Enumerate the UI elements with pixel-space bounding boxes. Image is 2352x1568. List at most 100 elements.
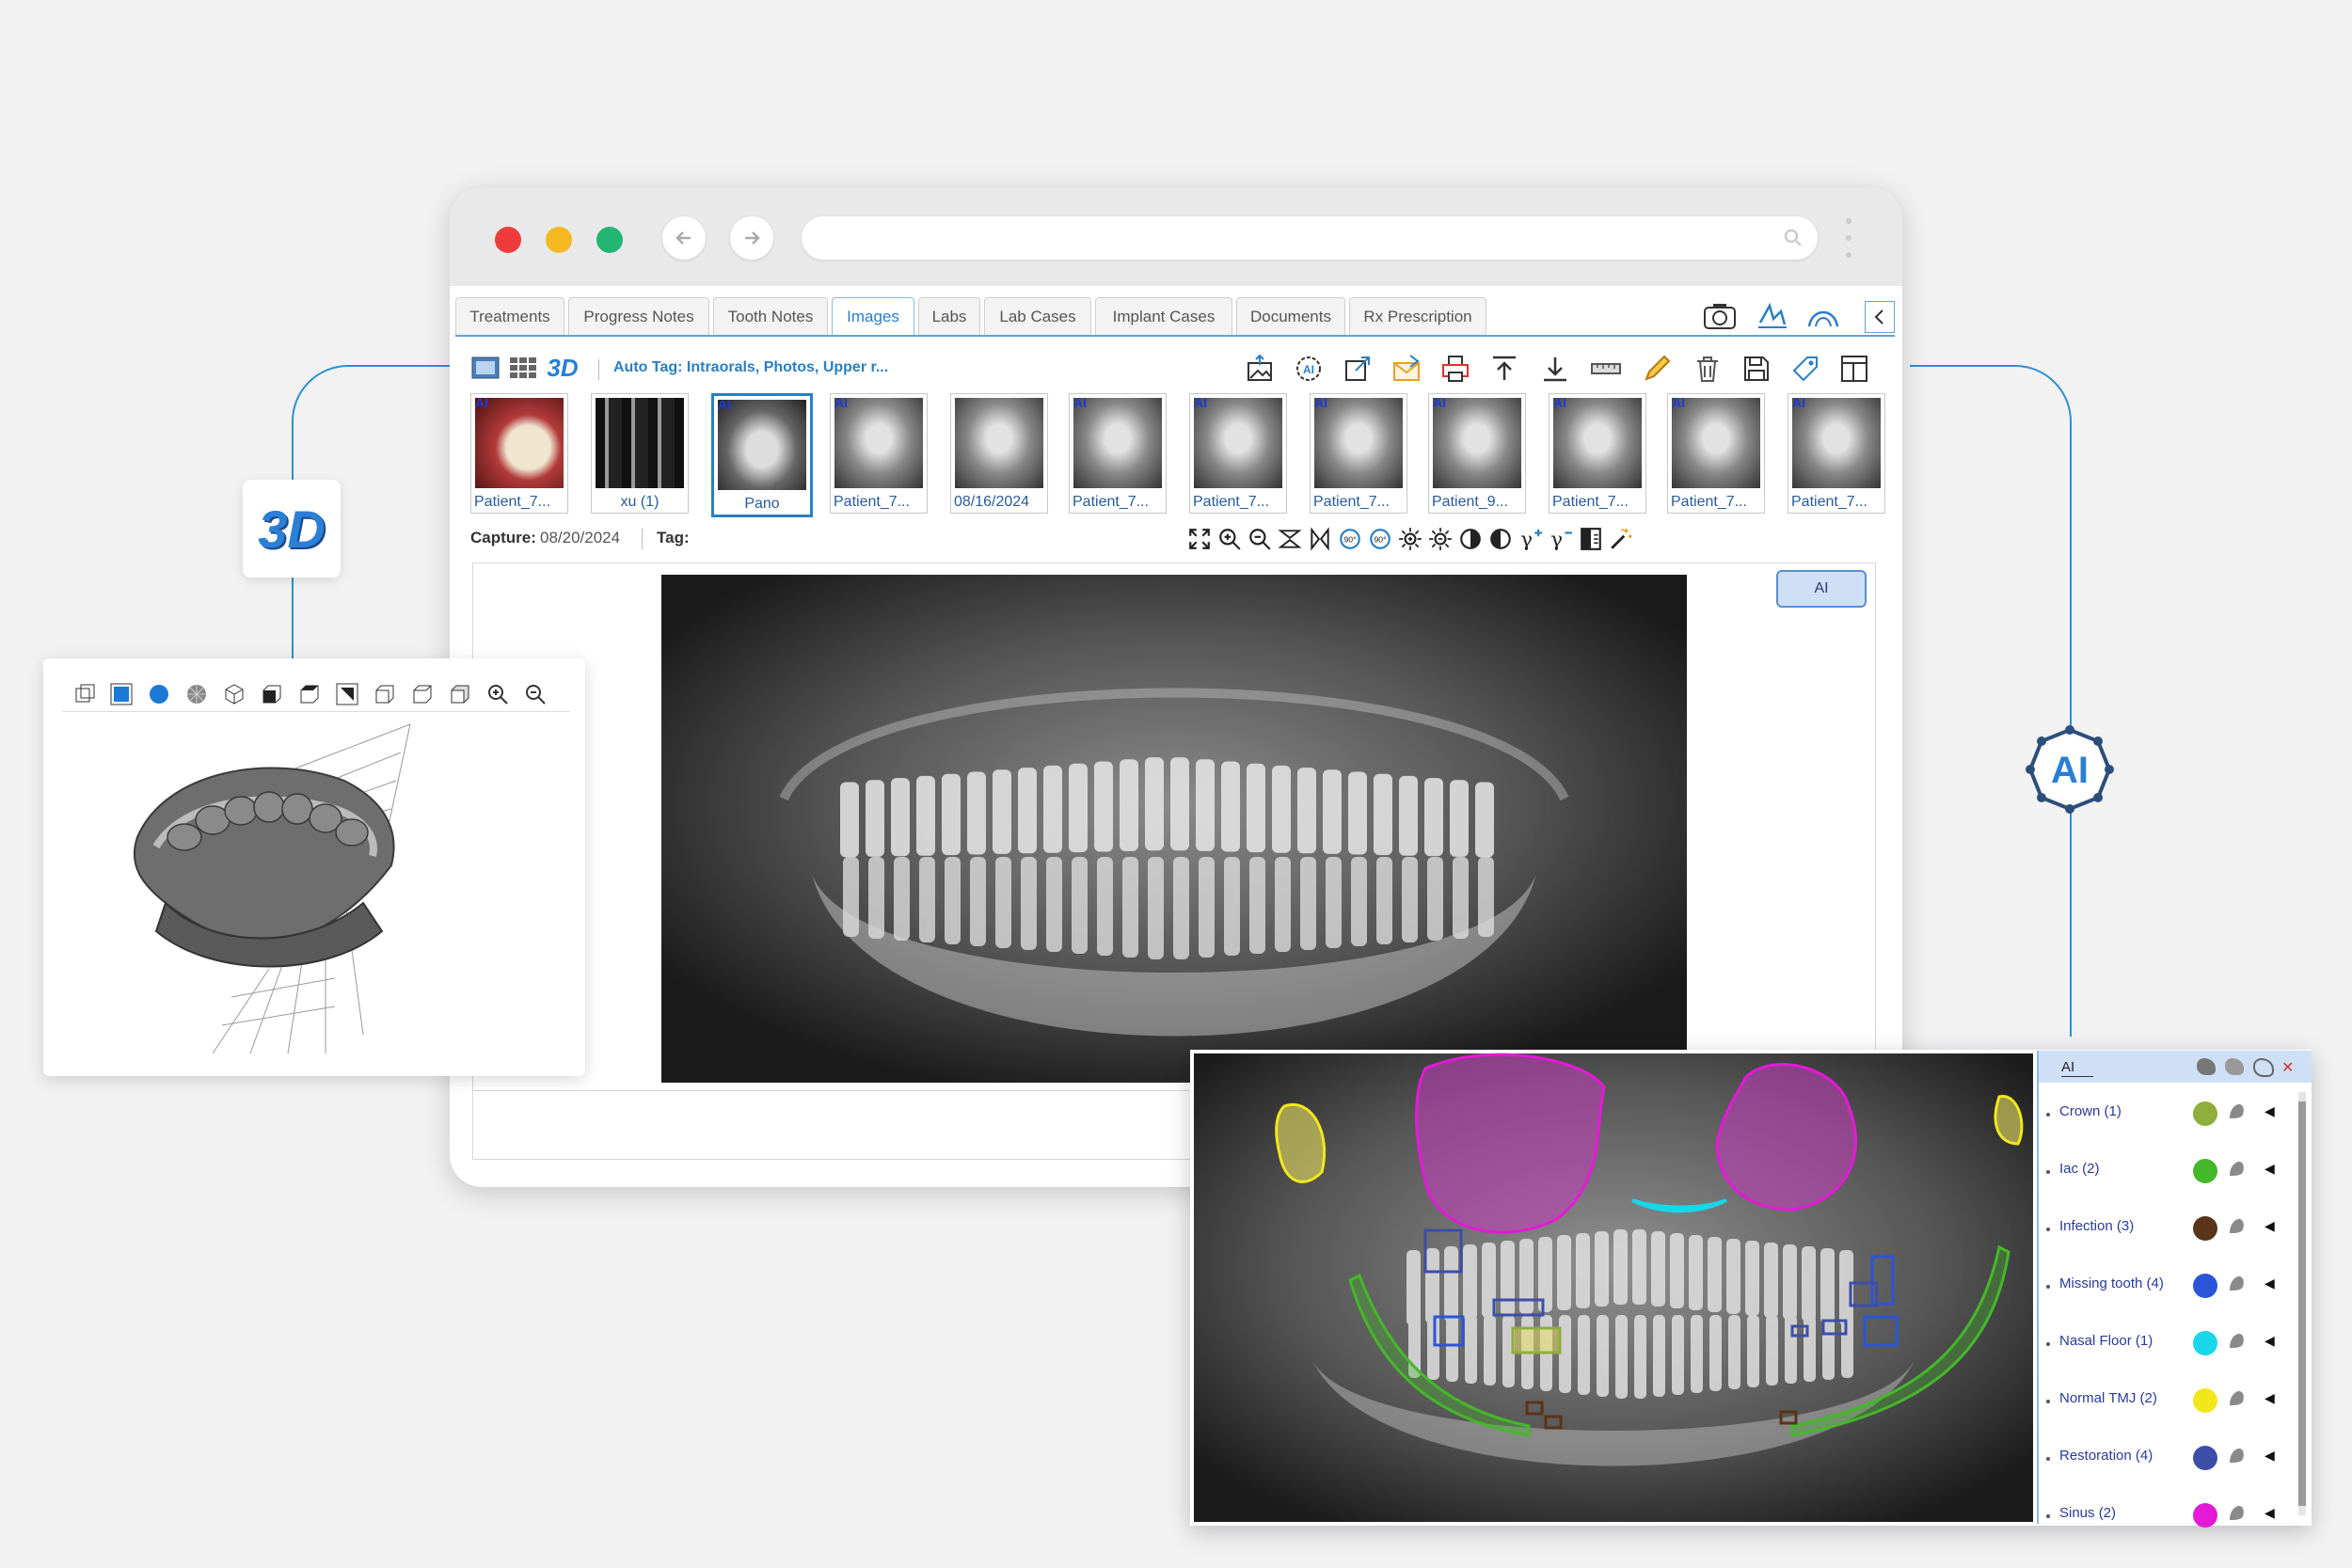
thumbnail-item[interactable]: AI Patient_7... — [1667, 393, 1765, 514]
finding-row[interactable]: Restoration (4) ◀ — [2039, 1433, 2283, 1487]
layout-icon[interactable] — [1836, 352, 1872, 386]
thumbnail-item[interactable]: AI Patient_7... — [1549, 393, 1646, 514]
ruler-icon[interactable] — [1588, 352, 1624, 386]
view-side-icon[interactable] — [333, 681, 361, 707]
expand-arrow-icon[interactable]: ◀ — [2265, 1103, 2275, 1119]
thumbnail-item[interactable]: AI Pano — [711, 393, 813, 517]
finding-color-swatch[interactable] — [2193, 1101, 2217, 1126]
forward-button[interactable] — [730, 216, 773, 260]
tab-implant-cases[interactable]: Implant Cases — [1095, 297, 1232, 336]
brightness-down-icon[interactable] — [1426, 525, 1454, 553]
image-viewer[interactable] — [472, 562, 1876, 1091]
tab-tooth-notes[interactable]: Tooth Notes — [713, 297, 828, 336]
maximize-window-button[interactable] — [596, 227, 623, 253]
finding-color-swatch[interactable] — [2193, 1274, 2217, 1298]
tag-icon[interactable] — [1788, 352, 1823, 386]
invert-icon[interactable] — [1577, 525, 1605, 553]
zoom-out-icon[interactable] — [1246, 525, 1274, 553]
tooth-icon[interactable] — [1804, 299, 1842, 333]
email-icon[interactable] — [1389, 352, 1424, 386]
zoom-in-icon[interactable] — [1216, 525, 1244, 553]
camera-icon[interactable] — [1701, 299, 1739, 333]
browser-menu-icon[interactable] — [1844, 214, 1853, 263]
tab-documents[interactable]: Documents — [1236, 297, 1345, 336]
finding-row[interactable]: Infection (3) ◀ — [2039, 1203, 2283, 1258]
gamma-down-icon[interactable]: γ — [1547, 525, 1575, 553]
visibility-toggle-icon[interactable] — [2226, 1446, 2247, 1466]
single-view-icon[interactable] — [470, 354, 501, 382]
close-window-button[interactable] — [495, 227, 521, 253]
finding-color-swatch[interactable] — [2193, 1446, 2217, 1470]
thumbnail-item[interactable]: AI Patient_7... — [1310, 393, 1407, 514]
view-left-icon[interactable] — [371, 681, 399, 707]
upload-icon[interactable] — [1486, 352, 1522, 386]
toggle-outline-icon[interactable] — [2253, 1058, 2274, 1077]
grid-view-icon[interactable] — [508, 354, 538, 382]
ai-gear-icon[interactable]: AI — [1291, 352, 1327, 386]
thumbnail-item[interactable]: 08/16/2024 — [950, 393, 1048, 514]
visibility-toggle-icon[interactable] — [2226, 1101, 2247, 1122]
finding-color-swatch[interactable] — [2193, 1159, 2217, 1183]
pencil-icon[interactable] — [1639, 352, 1675, 386]
rotate-left-icon[interactable]: 90° — [1336, 525, 1364, 553]
visibility-toggle-icon[interactable] — [2226, 1503, 2247, 1524]
wireframe-icon[interactable] — [72, 681, 100, 707]
image-import-icon[interactable] — [1242, 352, 1278, 386]
zoom-out-3d-icon[interactable] — [521, 681, 549, 707]
auto-tag-label[interactable]: Auto Tag: Intraorals, Photos, Upper r... — [613, 359, 888, 376]
solid-view-icon[interactable] — [107, 681, 135, 707]
trash-icon[interactable] — [1690, 352, 1725, 386]
cube-icon[interactable] — [220, 681, 248, 707]
contrast-down-icon[interactable] — [1486, 525, 1515, 553]
3d-dental-model[interactable] — [100, 715, 532, 1063]
thumbnail-item[interactable]: AI Patient_7... — [470, 393, 568, 514]
signature-icon[interactable] — [1754, 299, 1791, 333]
finding-color-swatch[interactable] — [2193, 1388, 2217, 1413]
tab-labs[interactable]: Labs — [918, 297, 980, 336]
contrast-up-icon[interactable] — [1456, 525, 1485, 553]
tab-lab-cases[interactable]: Lab Cases — [984, 297, 1091, 336]
magic-wand-icon[interactable] — [1607, 525, 1635, 553]
brightness-up-icon[interactable] — [1396, 525, 1424, 553]
finding-row[interactable]: Normal TMJ (2) ◀ — [2039, 1375, 2283, 1430]
download-icon[interactable] — [1537, 352, 1573, 386]
eye-hidden-icon[interactable]: ✕ — [2281, 1058, 2294, 1077]
thumbnail-item[interactable]: AI Patient_7... — [1788, 393, 1885, 514]
sphere-icon[interactable] — [145, 681, 173, 707]
expand-arrow-icon[interactable]: ◀ — [2265, 1218, 2275, 1234]
flip-vertical-icon[interactable] — [1276, 525, 1304, 553]
expand-arrow-icon[interactable]: ◀ — [2265, 1161, 2275, 1177]
save-icon[interactable] — [1739, 352, 1774, 386]
fullscreen-icon[interactable] — [1185, 525, 1214, 553]
tab-treatments[interactable]: Treatments — [455, 297, 564, 336]
view-3d-button[interactable]: 3D — [544, 352, 581, 384]
address-bar[interactable] — [802, 216, 1818, 260]
print-icon[interactable] — [1438, 352, 1473, 386]
view-right-icon[interactable] — [408, 681, 437, 707]
flip-horizontal-icon[interactable] — [1306, 525, 1334, 553]
finding-row[interactable]: Crown (1) ◀ — [2039, 1088, 2283, 1143]
thumbnail-item[interactable]: AI Patient_9... — [1428, 393, 1526, 514]
expand-arrow-icon[interactable]: ◀ — [2265, 1275, 2275, 1291]
tab-progress-notes[interactable]: Progress Notes — [568, 297, 709, 336]
thumbnail-item[interactable]: AI Patient_7... — [1069, 393, 1167, 514]
tab-images[interactable]: Images — [832, 297, 914, 336]
thumbnail-item[interactable]: xu (1) — [591, 393, 689, 514]
mesh-sphere-icon[interactable] — [183, 681, 211, 707]
visibility-toggle-icon[interactable] — [2226, 1159, 2247, 1180]
finding-color-swatch[interactable] — [2193, 1216, 2217, 1241]
toggle-fill-icon[interactable] — [2225, 1058, 2244, 1075]
gamma-up-icon[interactable]: γ — [1517, 525, 1545, 553]
expand-arrow-icon[interactable]: ◀ — [2265, 1448, 2275, 1464]
view-back-icon[interactable] — [446, 681, 474, 707]
zoom-in-3d-icon[interactable] — [484, 681, 512, 707]
back-button[interactable] — [662, 216, 706, 260]
finding-row[interactable]: Iac (2) ◀ — [2039, 1146, 2283, 1200]
thumbnail-item[interactable]: AI Patient_7... — [1189, 393, 1287, 514]
expand-arrow-icon[interactable]: ◀ — [2265, 1505, 2275, 1521]
finding-color-swatch[interactable] — [2193, 1503, 2217, 1528]
toggle-all-icon[interactable] — [2197, 1058, 2216, 1075]
annotated-xray[interactable] — [1190, 1050, 2037, 1526]
tab-rx-prescription[interactable]: Rx Prescription — [1349, 297, 1486, 336]
ai-toggle-button[interactable]: AI — [1776, 570, 1867, 608]
